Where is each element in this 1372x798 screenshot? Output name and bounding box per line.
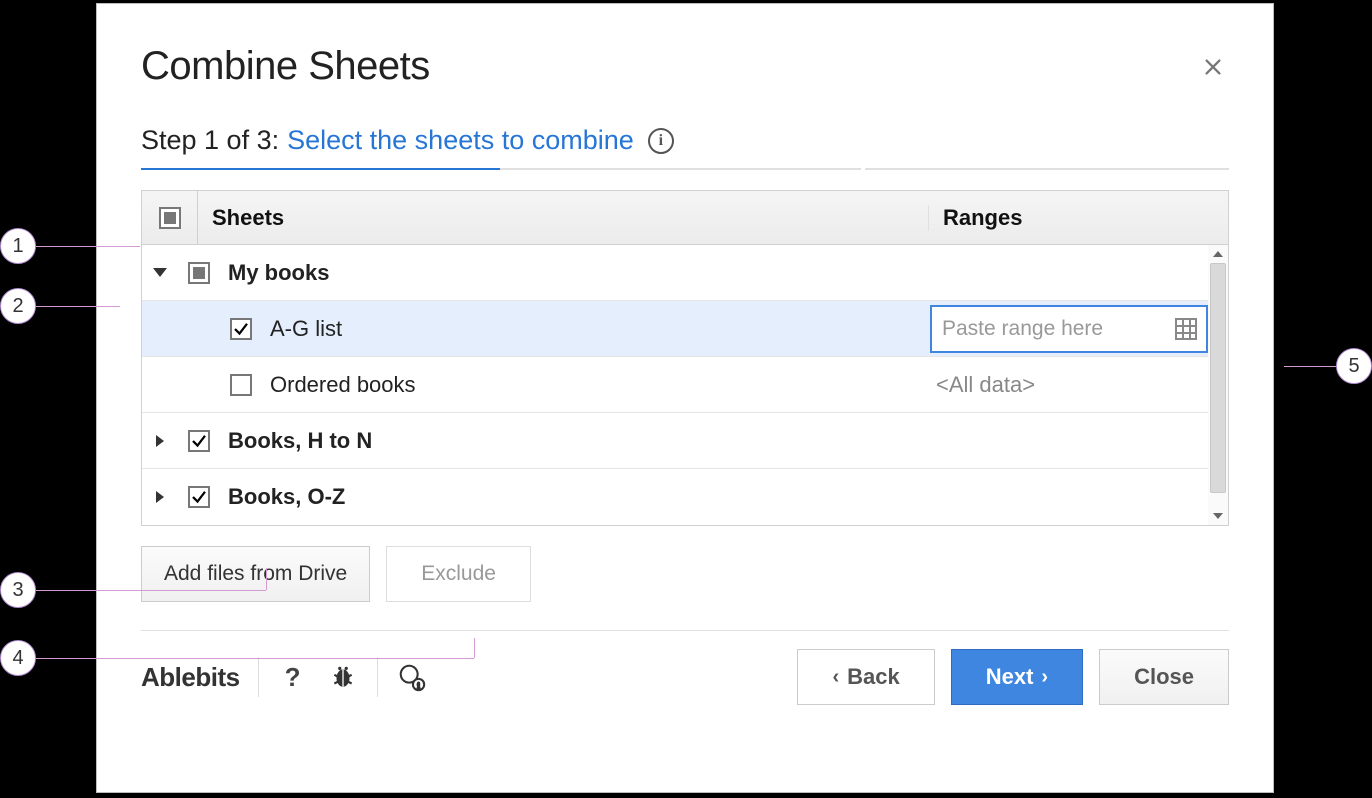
annotation-3: 3 (0, 572, 36, 608)
file-checkbox[interactable] (188, 430, 210, 452)
annotation-3-line-v (266, 568, 267, 590)
annotation-3-line-h (36, 590, 266, 591)
range-input-box (930, 305, 1208, 353)
annotation-2: 2 (0, 288, 120, 324)
chevron-left-icon: ‹ (832, 666, 839, 689)
close-icon[interactable] (1197, 51, 1229, 83)
back-button[interactable]: ‹ Back (797, 649, 934, 705)
file-row-books-h-n[interactable]: Books, H to N (142, 413, 1228, 469)
column-header-ranges: Ranges (928, 205, 1228, 231)
add-files-from-drive-button[interactable]: Add files from Drive (141, 546, 370, 602)
file-row-books-o-z[interactable]: Books, O-Z (142, 469, 1228, 525)
range-display: <All data> (928, 372, 1228, 398)
scroll-down-icon[interactable] (1208, 507, 1228, 525)
file-label: Books, H to N (220, 428, 928, 454)
scroll-thumb[interactable] (1210, 263, 1226, 493)
annotation-4: 4 (0, 640, 36, 676)
chevron-right-icon: › (1041, 666, 1048, 689)
step-indicator: Step 1 of 3: Select the sheets to combin… (141, 125, 1229, 156)
brand-logo: Ablebits (141, 662, 240, 693)
file-row-my-books[interactable]: My books (142, 245, 1228, 301)
dialog-title: Combine Sheets (141, 44, 430, 89)
search-info-icon[interactable]: i (396, 661, 428, 693)
file-checkbox[interactable] (188, 486, 210, 508)
exclude-button[interactable]: Exclude (386, 546, 531, 602)
info-icon[interactable]: i (648, 128, 674, 154)
grid-select-icon[interactable] (1174, 317, 1198, 341)
table-header: Sheets Ranges (142, 191, 1228, 245)
expand-icon[interactable] (156, 435, 164, 447)
annotation-4-line-h (36, 658, 474, 659)
select-all-checkbox[interactable] (159, 207, 181, 229)
file-checkbox[interactable] (188, 262, 210, 284)
file-label: My books (220, 260, 928, 286)
sheets-table: Sheets Ranges My books (141, 190, 1229, 526)
annotation-5: 5 (1284, 348, 1372, 384)
expand-icon[interactable] (156, 491, 164, 503)
sheet-checkbox[interactable] (230, 318, 252, 340)
sheet-label: Ordered books (262, 372, 928, 398)
step-link: Select the sheets to combine (287, 125, 634, 156)
next-label: Next (986, 664, 1034, 690)
step-progress-bar (141, 168, 1229, 170)
back-label: Back (847, 664, 900, 690)
annotation-4-line-v (474, 638, 475, 658)
sheet-checkbox[interactable] (230, 374, 252, 396)
close-button[interactable]: Close (1099, 649, 1229, 705)
sheet-row-ordered-books[interactable]: Ordered books <All data> (142, 357, 1228, 413)
scrollbar[interactable] (1208, 245, 1228, 525)
column-header-sheets: Sheets (198, 205, 928, 231)
step-prefix: Step 1 of 3: (141, 125, 279, 156)
annotation-1: 1 (0, 228, 140, 264)
combine-sheets-dialog: Combine Sheets Step 1 of 3: Select the s… (96, 3, 1274, 793)
range-input[interactable] (942, 317, 1142, 341)
collapse-icon[interactable] (153, 268, 167, 277)
scroll-up-icon[interactable] (1208, 245, 1228, 263)
close-label: Close (1134, 664, 1194, 690)
help-icon[interactable]: ? (277, 661, 309, 693)
next-button[interactable]: Next › (951, 649, 1083, 705)
file-label: Books, O-Z (220, 484, 928, 510)
sheet-row-ag-list[interactable]: A-G list (142, 301, 1228, 357)
bug-icon[interactable] (327, 661, 359, 693)
sheet-label: A-G list (262, 316, 928, 342)
